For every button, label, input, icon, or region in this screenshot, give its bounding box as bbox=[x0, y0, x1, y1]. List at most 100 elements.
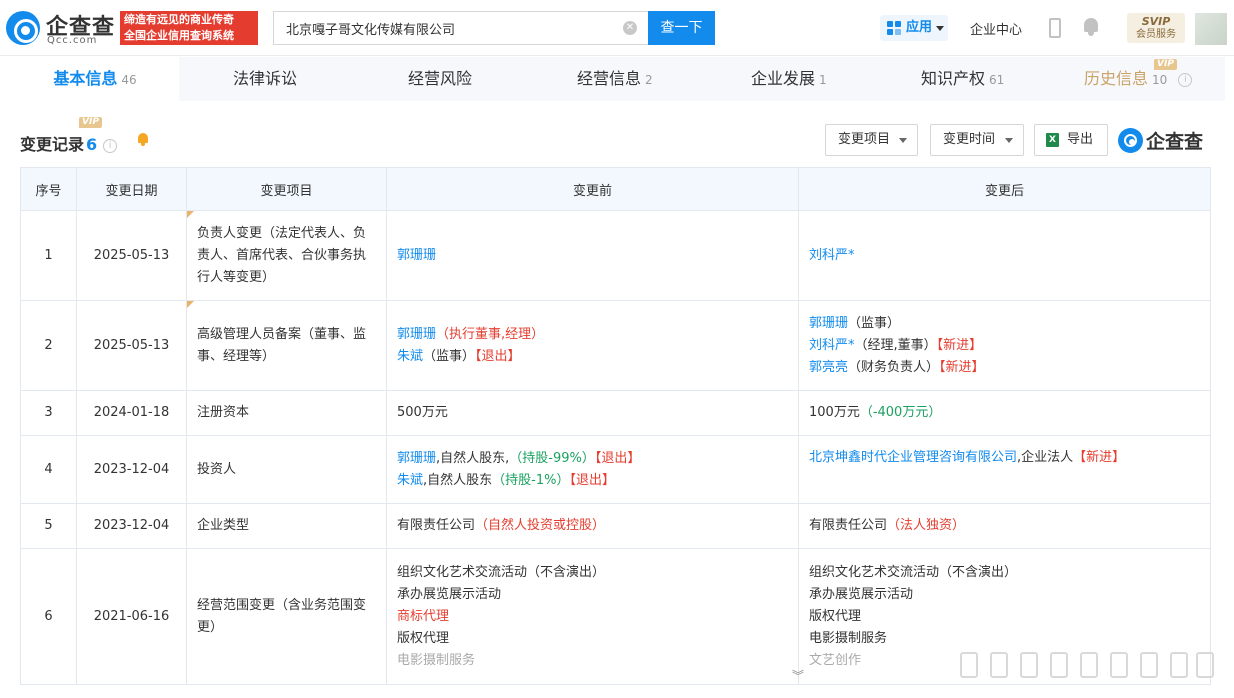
vip-tag: VIP bbox=[1154, 59, 1177, 70]
col-header-before: 变更前 bbox=[386, 167, 799, 211]
cell-after: 100万元（-400万元） bbox=[798, 390, 1211, 436]
company-type: 有限责任公司 bbox=[809, 518, 888, 533]
cell-after: 郭珊珊（监事） 刘科严*（经理,董事）【新进】 郭亮亮（财务负责人）【新进】 bbox=[798, 300, 1211, 391]
tab-business-risk[interactable]: 经营风险 bbox=[408, 57, 472, 101]
scope-line: 承办展览展示活动 bbox=[809, 586, 914, 602]
role-text: （经理,董事） bbox=[854, 337, 937, 353]
status-tag: 【退出】 bbox=[569, 472, 615, 488]
person-link[interactable]: 刘科严* bbox=[809, 248, 855, 263]
role-text: （执行董事,经理） bbox=[436, 326, 545, 342]
tab-count: 61 bbox=[989, 73, 1005, 87]
scope-line: 承办展览展示活动 bbox=[397, 586, 502, 602]
person-link[interactable]: 郭亮亮 bbox=[809, 360, 848, 375]
app-menu-button[interactable]: 应用 bbox=[880, 15, 948, 41]
filter-change-item-dropdown[interactable]: 变更项目 bbox=[825, 124, 918, 156]
info-icon[interactable]: i bbox=[103, 138, 118, 153]
cell-date: 2025-05-13 bbox=[76, 210, 187, 301]
search-input[interactable] bbox=[273, 11, 648, 45]
person-link[interactable]: 刘科严* bbox=[809, 338, 855, 353]
cell-index: 3 bbox=[20, 390, 77, 436]
cell-item: 投资人 bbox=[186, 435, 387, 504]
export-label: 导出 bbox=[1067, 132, 1094, 147]
monitor-bell-icon[interactable] bbox=[137, 133, 149, 147]
table-row: 4 2023-12-04 投资人 郭珊珊,自然人股东,（持股-99%）【退出】 … bbox=[20, 435, 1211, 504]
filter-label: 变更项目 bbox=[838, 132, 891, 147]
cell-after: 北京坤鑫时代企业管理咨询有限公司,企业法人【新进】 bbox=[798, 435, 1211, 504]
scope-line: 电影摄制服务 bbox=[397, 652, 476, 668]
tab-label: 企业发展 bbox=[751, 69, 816, 88]
capital-change: （-400万元） bbox=[859, 405, 942, 420]
search-button[interactable]: 查一下 bbox=[648, 11, 715, 45]
excel-icon: X bbox=[1046, 133, 1059, 147]
cell-before: 有限责任公司（自然人投资或控股） bbox=[386, 503, 799, 549]
caret-down-icon bbox=[1005, 138, 1013, 143]
holder-type: ,自然人股东 bbox=[423, 472, 493, 488]
cell-index: 6 bbox=[20, 548, 77, 685]
cell-date: 2025-05-13 bbox=[76, 300, 187, 391]
user-avatar[interactable] bbox=[1195, 13, 1227, 45]
role-text: （财务负责人） bbox=[848, 359, 940, 375]
person-link[interactable]: 郭珊珊 bbox=[397, 327, 436, 342]
company-type-note: （自然人投资或控股） bbox=[475, 518, 606, 533]
cell-item: 注册资本 bbox=[186, 390, 387, 436]
person-link[interactable]: 朱斌 bbox=[397, 473, 423, 488]
caret-down-icon bbox=[936, 26, 944, 31]
col-header-item: 变更项目 bbox=[186, 167, 387, 211]
cell-date: 2023-12-04 bbox=[76, 503, 187, 549]
tab-basic-info[interactable]: 基本信息 46 bbox=[11, 57, 179, 101]
svip-sub-label: 会员服务 bbox=[1136, 29, 1176, 40]
status-tag: 【新进】 bbox=[936, 337, 983, 353]
cell-index: 2 bbox=[20, 300, 77, 391]
share-change: （持股-1%） bbox=[492, 472, 570, 488]
cell-before: 500万元 bbox=[386, 390, 799, 436]
section-count: 6 bbox=[86, 135, 98, 154]
tab-label: 历史信息 bbox=[1084, 69, 1149, 88]
cell-before: 郭珊珊 bbox=[386, 210, 799, 301]
tab-ip[interactable]: 知识产权 61 bbox=[921, 57, 1004, 101]
qcc-logo[interactable]: 企查查 Qcc.com bbox=[6, 9, 118, 47]
company-type: 有限责任公司 bbox=[397, 518, 476, 533]
watermark-decoration bbox=[960, 652, 1215, 682]
share-change: （持股-99%） bbox=[509, 450, 595, 466]
cell-index: 5 bbox=[20, 503, 77, 549]
company-link[interactable]: 北京坤鑫时代企业管理咨询有限公司 bbox=[809, 450, 1017, 465]
filter-change-time-dropdown[interactable]: 变更时间 bbox=[930, 124, 1024, 156]
slogan-line-1: 缔造有远见的商业传奇 bbox=[124, 13, 234, 26]
tab-label: 经营风险 bbox=[408, 69, 473, 88]
expand-chevron-icon[interactable]: ︾ bbox=[792, 667, 804, 684]
filter-label: 变更时间 bbox=[943, 132, 996, 147]
cell-item: 经营范围变更（含业务范围变更） bbox=[186, 548, 387, 685]
person-link[interactable]: 郭珊珊 bbox=[809, 316, 848, 331]
scope-line: 组织文化艺术交流活动（不含演出） bbox=[809, 564, 1018, 580]
app-menu-label: 应用 bbox=[906, 20, 933, 35]
col-header-date: 变更日期 bbox=[76, 167, 187, 211]
person-link[interactable]: 朱斌 bbox=[397, 349, 423, 364]
section-title: 变更记录 6 i bbox=[20, 131, 118, 155]
notification-bell-icon[interactable] bbox=[1083, 18, 1099, 36]
person-link[interactable]: 郭珊珊 bbox=[397, 451, 436, 466]
info-icon[interactable]: i bbox=[1178, 72, 1193, 87]
tab-business-info[interactable]: 经营信息 2 bbox=[577, 57, 653, 101]
scope-line: 版权代理 bbox=[397, 630, 450, 646]
tab-label: 法律诉讼 bbox=[233, 69, 298, 88]
tab-litigation[interactable]: 法律诉讼 bbox=[233, 57, 297, 101]
export-button[interactable]: X 导出 bbox=[1034, 124, 1108, 156]
clear-icon[interactable]: ✕ bbox=[623, 21, 637, 35]
brand-text: 企查查 bbox=[1146, 131, 1204, 153]
slogan-line-2: 全国企业信用查询系统 bbox=[124, 29, 234, 42]
tab-count: 46 bbox=[121, 73, 137, 87]
qcc-logo-icon bbox=[1118, 128, 1143, 153]
vip-tag: VIP bbox=[79, 117, 102, 128]
svip-badge[interactable]: SVIP 会员服务 bbox=[1127, 13, 1185, 43]
role-text: （监事） bbox=[423, 348, 476, 364]
section-title-label: 变更记录 bbox=[20, 135, 85, 154]
cell-index: 1 bbox=[20, 210, 77, 301]
tab-label: 基本信息 bbox=[53, 69, 118, 88]
tab-development[interactable]: 企业发展 1 bbox=[751, 57, 827, 101]
table-row: 1 2025-05-13 负责人变更（法定代表人、负责人、首席代表、合伙事务执行… bbox=[20, 210, 1211, 301]
mobile-phone-icon[interactable] bbox=[1049, 18, 1061, 38]
table-row: 5 2023-12-04 企业类型 有限责任公司（自然人投资或控股） 有限责任公… bbox=[20, 503, 1211, 549]
person-link[interactable]: 郭珊珊 bbox=[397, 248, 436, 263]
enterprise-center-link[interactable]: 企业中心 bbox=[970, 19, 1022, 38]
status-tag: 【新进】 bbox=[939, 359, 985, 375]
